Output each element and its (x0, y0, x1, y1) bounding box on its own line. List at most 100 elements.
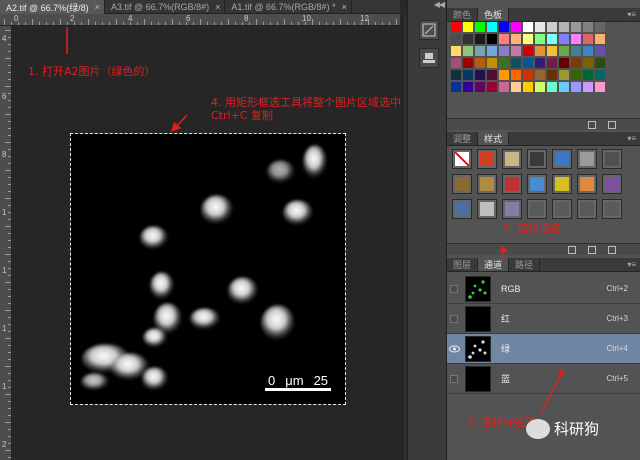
color-swatch[interactable] (475, 70, 485, 80)
style-preset[interactable] (602, 199, 622, 219)
style-preset[interactable] (527, 199, 547, 219)
color-swatch[interactable] (451, 82, 461, 92)
color-swatch[interactable] (511, 82, 521, 92)
color-swatch[interactable] (523, 22, 533, 32)
color-swatch[interactable] (451, 34, 461, 44)
style-preset[interactable] (452, 149, 472, 169)
style-preset[interactable] (577, 174, 597, 194)
channel-row-green[interactable]: 绿 Ctrl+4 (447, 334, 640, 364)
color-swatch[interactable] (535, 34, 545, 44)
visibility-toggle[interactable] (447, 334, 461, 364)
style-preset[interactable] (602, 149, 622, 169)
color-swatch[interactable] (463, 82, 473, 92)
color-swatch[interactable] (535, 70, 545, 80)
close-icon[interactable]: × (342, 2, 347, 12)
color-swatch[interactable] (499, 82, 509, 92)
color-swatch[interactable] (499, 46, 509, 56)
color-swatch[interactable] (595, 22, 605, 32)
color-swatch[interactable] (499, 58, 509, 68)
color-swatch[interactable] (571, 58, 581, 68)
color-swatch[interactable] (535, 46, 545, 56)
style-preset[interactable] (552, 149, 572, 169)
color-swatch[interactable] (487, 46, 497, 56)
brush-presets-button[interactable] (419, 20, 439, 40)
color-swatch[interactable] (475, 82, 485, 92)
tab-styles[interactable]: 样式 (478, 132, 510, 145)
color-swatch[interactable] (595, 34, 605, 44)
color-swatch[interactable] (463, 22, 473, 32)
tab-channels[interactable]: 通道 (478, 258, 510, 271)
style-preset[interactable] (527, 174, 547, 194)
tab-adjustments[interactable]: 调整 (447, 132, 479, 145)
color-swatch[interactable] (583, 70, 593, 80)
visibility-toggle[interactable] (447, 274, 461, 304)
document-tab-a1[interactable]: A1.tif @ 66.7%(RGB/8#) * × (225, 0, 352, 14)
color-swatch[interactable] (595, 46, 605, 56)
color-swatch[interactable] (511, 46, 521, 56)
color-swatch[interactable] (511, 58, 521, 68)
color-swatch[interactable] (547, 46, 557, 56)
style-preset[interactable] (577, 149, 597, 169)
color-swatch[interactable] (571, 22, 581, 32)
style-preset[interactable] (527, 149, 547, 169)
close-icon[interactable]: × (95, 2, 100, 12)
color-swatch[interactable] (511, 22, 521, 32)
collapse-arrow-icon[interactable]: ◀◀ (434, 0, 445, 9)
color-swatch[interactable] (559, 82, 569, 92)
tab-swatches[interactable]: 色板 (478, 8, 510, 21)
trash-icon[interactable] (608, 120, 616, 129)
clear-style-icon[interactable] (568, 245, 576, 254)
clone-source-button[interactable] (419, 48, 439, 68)
color-swatch[interactable] (571, 82, 581, 92)
color-swatch[interactable] (451, 70, 461, 80)
color-swatch[interactable] (499, 22, 509, 32)
color-swatch[interactable] (571, 34, 581, 44)
document-tab-a3[interactable]: A3.tif @ 66.7%(RGB/8#) × (105, 0, 226, 14)
color-swatch[interactable] (547, 70, 557, 80)
document-tab-a2[interactable]: A2.tif @ 66.7%(绿/8) × (0, 0, 105, 14)
color-swatch[interactable] (487, 22, 497, 32)
color-swatch[interactable] (559, 34, 569, 44)
color-swatch[interactable] (535, 22, 545, 32)
color-swatch[interactable] (487, 82, 497, 92)
style-preset[interactable] (477, 174, 497, 194)
visibility-toggle[interactable] (447, 304, 461, 334)
tab-layers[interactable]: 图层 (447, 258, 479, 271)
color-swatch[interactable] (451, 22, 461, 32)
color-swatch[interactable] (523, 82, 533, 92)
color-swatch[interactable] (559, 22, 569, 32)
channel-row-rgb[interactable]: RGB Ctrl+2 (447, 274, 640, 304)
channel-row-red[interactable]: 红 Ctrl+3 (447, 304, 640, 334)
color-swatch[interactable] (523, 58, 533, 68)
color-swatch[interactable] (583, 22, 593, 32)
color-swatch[interactable] (547, 58, 557, 68)
color-swatch[interactable] (547, 22, 557, 32)
color-swatch[interactable] (475, 34, 485, 44)
style-preset[interactable] (502, 149, 522, 169)
color-swatch[interactable] (487, 58, 497, 68)
color-swatch[interactable] (595, 70, 605, 80)
color-swatch[interactable] (547, 82, 557, 92)
color-swatch[interactable] (499, 34, 509, 44)
style-preset[interactable] (452, 199, 472, 219)
color-swatch[interactable] (559, 58, 569, 68)
color-swatch[interactable] (499, 70, 509, 80)
color-swatch[interactable] (463, 70, 473, 80)
color-swatch[interactable] (583, 58, 593, 68)
style-preset[interactable] (502, 174, 522, 194)
color-swatch[interactable] (559, 46, 569, 56)
document-canvas[interactable]: 0 μm 25 1. 打开A2图片（绿色的） 4. 用矩形框选工具将整个图片区域… (13, 27, 402, 460)
color-swatch[interactable] (547, 34, 557, 44)
color-swatch[interactable] (571, 70, 581, 80)
color-swatch[interactable] (475, 46, 485, 56)
style-preset[interactable] (477, 199, 497, 219)
color-swatch[interactable] (559, 70, 569, 80)
new-swatch-icon[interactable] (588, 120, 596, 129)
color-swatch[interactable] (571, 46, 581, 56)
color-swatch[interactable] (583, 46, 593, 56)
color-swatch[interactable] (535, 82, 545, 92)
color-swatch[interactable] (511, 34, 521, 44)
new-style-icon[interactable] (588, 245, 596, 254)
style-preset[interactable] (477, 149, 497, 169)
color-swatch[interactable] (595, 58, 605, 68)
